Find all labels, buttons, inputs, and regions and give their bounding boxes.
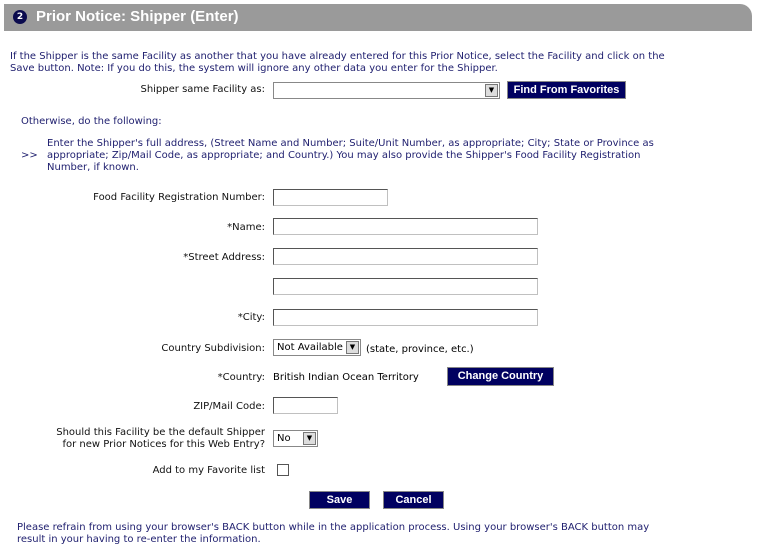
favorite-label: Add to my Favorite list <box>152 465 265 476</box>
otherwise-text: Otherwise, do the following: <box>21 116 162 127</box>
save-button[interactable]: Save <box>309 491 370 509</box>
country-label: *Country: <box>217 372 265 383</box>
name-input[interactable] <box>273 218 538 235</box>
country-value: British Indian Ocean Territory <box>273 372 419 383</box>
intro-line-2: Save button. Note: If you do this, the s… <box>10 63 498 74</box>
same-facility-select[interactable]: ▼ <box>273 82 500 99</box>
page-title: Prior Notice: Shipper (Enter) <box>36 8 239 25</box>
zip-label: ZIP/Mail Code: <box>193 401 265 412</box>
subdivision-label: Country Subdivision: <box>161 343 265 354</box>
step-number-badge: 2 <box>13 10 27 24</box>
street-address-input-2[interactable] <box>273 278 538 295</box>
ffrn-input[interactable] <box>273 189 388 206</box>
name-label: *Name: <box>227 222 265 233</box>
cancel-button[interactable]: Cancel <box>383 491 444 509</box>
subdivision-hint: (state, province, etc.) <box>366 344 474 355</box>
instructions-line-3: Number, if known. <box>47 162 139 173</box>
same-facility-label: Shipper same Facility as: <box>140 84 265 95</box>
instructions-marker: >> <box>21 150 38 161</box>
chevron-down-icon: ▼ <box>346 341 359 354</box>
footer-line-1: Please refrain from using your browser's… <box>17 522 650 533</box>
ffrn-label: Food Facility Registration Number: <box>93 192 265 203</box>
subdivision-select[interactable]: Not Available ▼ <box>273 339 361 356</box>
city-label: *City: <box>237 312 265 323</box>
street-address-input-1[interactable] <box>273 248 538 265</box>
instructions-line-2: appropriate; Zip/Mail Code, as appropria… <box>47 150 641 161</box>
favorite-checkbox[interactable] <box>277 464 289 476</box>
footer-line-2: result in your having to re-enter the in… <box>17 534 261 545</box>
default-shipper-select[interactable]: No ▼ <box>273 430 318 447</box>
zip-input[interactable] <box>273 397 338 414</box>
instructions-line-1: Enter the Shipper's full address, (Stree… <box>47 138 654 149</box>
chevron-down-icon: ▼ <box>485 84 498 97</box>
change-country-button[interactable]: Change Country <box>447 367 554 386</box>
chevron-down-icon: ▼ <box>303 432 316 445</box>
default-label-2: for new Prior Notices for this Web Entry… <box>62 439 265 450</box>
default-label-1: Should this Facility be the default Ship… <box>56 427 265 438</box>
city-input[interactable] <box>273 309 538 326</box>
find-from-favorites-button[interactable]: Find From Favorites <box>507 81 626 99</box>
intro-line-1: If the Shipper is the same Facility as a… <box>10 51 665 62</box>
street-label: *Street Address: <box>183 252 265 263</box>
